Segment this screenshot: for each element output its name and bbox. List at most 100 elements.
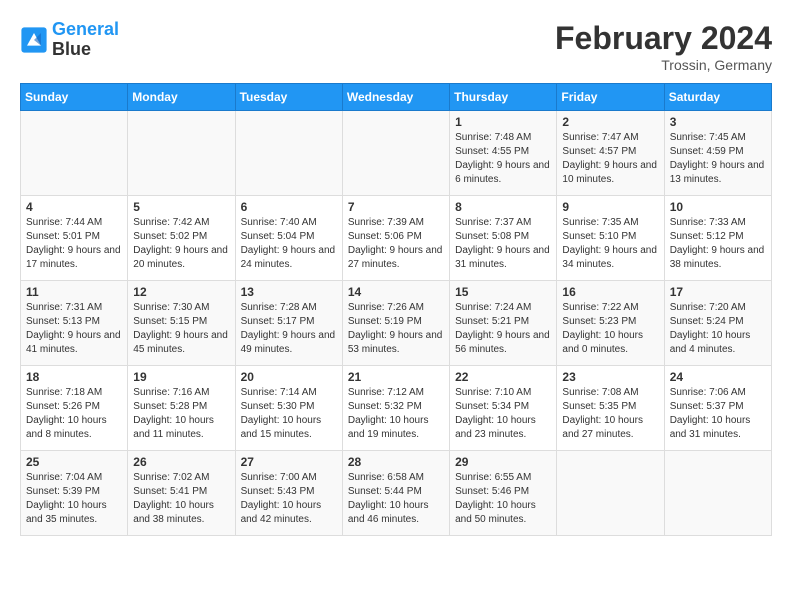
calendar-cell: 24 Sunrise: 7:06 AM Sunset: 5:37 PM Dayli… [664, 366, 771, 451]
calendar-cell: 15 Sunrise: 7:24 AM Sunset: 5:21 PM Dayli… [450, 281, 557, 366]
main-title: February 2024 [555, 20, 772, 57]
day-info: Sunrise: 7:39 AM Sunset: 5:06 PM Dayligh… [348, 216, 444, 272]
day-info: Sunrise: 7:00 AM Sunset: 5:43 PM Dayligh… [241, 471, 337, 527]
day-number: 5 [133, 200, 229, 214]
day-info: Sunrise: 7:30 AM Sunset: 5:15 PM Dayligh… [133, 301, 229, 357]
day-number: 10 [670, 200, 766, 214]
day-number: 27 [241, 455, 337, 469]
logo: General Blue [20, 20, 119, 60]
day-info: Sunrise: 7:04 AM Sunset: 5:39 PM Dayligh… [26, 471, 122, 527]
col-header-sunday: Sunday [21, 84, 128, 111]
calendar-cell: 22Sunrise: 7:10 AM Sunset: 5:34 PM Dayli… [450, 366, 557, 451]
col-header-tuesday: Tuesday [235, 84, 342, 111]
day-info: Sunrise: 7:26 AM Sunset: 5:19 PM Dayligh… [348, 301, 444, 357]
day-number: 26 [133, 455, 229, 469]
calendar-cell: 17Sunrise: 7:20 AM Sunset: 5:24 PM Dayli… [664, 281, 771, 366]
day-info: Sunrise: 7:28 AM Sunset: 5:17 PM Dayligh… [241, 301, 337, 357]
col-header-saturday: Saturday [664, 84, 771, 111]
calendar-table: SundayMondayTuesdayWednesdayThursdayFrid… [20, 83, 772, 536]
calendar-cell: 4Sunrise: 7:44 AM Sunset: 5:01 PM Daylig… [21, 196, 128, 281]
day-info: Sunrise: 7:20 AM Sunset: 5:24 PM Dayligh… [670, 301, 766, 357]
calendar-cell [557, 451, 664, 536]
day-info: Sunrise: 7:48 AM Sunset: 4:55 PM Dayligh… [455, 131, 551, 187]
calendar-week-1: 1 Sunrise: 7:48 AM Sunset: 4:55 PM Daylig… [21, 111, 772, 196]
day-info: Sunrise: 7:35 AM Sunset: 5:10 PM Dayligh… [562, 216, 658, 272]
calendar-cell: 26 Sunrise: 7:02 AM Sunset: 5:41 PM Dayli… [128, 451, 235, 536]
calendar-week-3: 11 Sunrise: 7:31 AM Sunset: 5:13 PM Dayli… [21, 281, 772, 366]
subtitle: Trossin, Germany [555, 57, 772, 73]
calendar-cell: 14 Sunrise: 7:26 AM Sunset: 5:19 PM Dayli… [342, 281, 449, 366]
calendar-week-4: 18Sunrise: 7:18 AM Sunset: 5:26 PM Dayli… [21, 366, 772, 451]
day-info: Sunrise: 7:02 AM Sunset: 5:41 PM Dayligh… [133, 471, 229, 527]
day-info: Sunrise: 7:44 AM Sunset: 5:01 PM Dayligh… [26, 216, 122, 272]
title-block: February 2024 Trossin, Germany [555, 20, 772, 73]
day-number: 7 [348, 200, 444, 214]
day-number: 15 [455, 285, 551, 299]
col-header-thursday: Thursday [450, 84, 557, 111]
day-number: 23 [562, 370, 658, 384]
day-number: 11 [26, 285, 122, 299]
calendar-cell: 28 Sunrise: 6:58 AM Sunset: 5:44 PM Dayli… [342, 451, 449, 536]
calendar-cell: 9 Sunrise: 7:35 AM Sunset: 5:10 PM Daylig… [557, 196, 664, 281]
day-number: 3 [670, 115, 766, 129]
calendar-cell: 3 Sunrise: 7:45 AM Sunset: 4:59 PM Daylig… [664, 111, 771, 196]
calendar-cell: 5Sunrise: 7:42 AM Sunset: 5:02 PM Daylig… [128, 196, 235, 281]
calendar-cell: 6 Sunrise: 7:40 AM Sunset: 5:04 PM Daylig… [235, 196, 342, 281]
day-info: Sunrise: 7:22 AM Sunset: 5:23 PM Dayligh… [562, 301, 658, 357]
calendar-week-2: 4Sunrise: 7:44 AM Sunset: 5:01 PM Daylig… [21, 196, 772, 281]
calendar-cell: 12 Sunrise: 7:30 AM Sunset: 5:15 PM Dayli… [128, 281, 235, 366]
calendar-cell: 21 Sunrise: 7:12 AM Sunset: 5:32 PM Dayli… [342, 366, 449, 451]
calendar-cell: 29Sunrise: 6:55 AM Sunset: 5:46 PM Dayli… [450, 451, 557, 536]
day-number: 12 [133, 285, 229, 299]
calendar-cell: 19Sunrise: 7:16 AM Sunset: 5:28 PM Dayli… [128, 366, 235, 451]
calendar-cell: 16 Sunrise: 7:22 AM Sunset: 5:23 PM Dayli… [557, 281, 664, 366]
day-number: 2 [562, 115, 658, 129]
calendar-cell: 1 Sunrise: 7:48 AM Sunset: 4:55 PM Daylig… [450, 111, 557, 196]
day-number: 28 [348, 455, 444, 469]
day-number: 14 [348, 285, 444, 299]
calendar-cell [128, 111, 235, 196]
calendar-cell: 8Sunrise: 7:37 AM Sunset: 5:08 PM Daylig… [450, 196, 557, 281]
day-number: 25 [26, 455, 122, 469]
day-number: 21 [348, 370, 444, 384]
day-info: Sunrise: 7:24 AM Sunset: 5:21 PM Dayligh… [455, 301, 551, 357]
day-number: 16 [562, 285, 658, 299]
calendar-cell: 27 Sunrise: 7:00 AM Sunset: 5:43 PM Dayli… [235, 451, 342, 536]
day-info: Sunrise: 7:40 AM Sunset: 5:04 PM Dayligh… [241, 216, 337, 272]
calendar-cell [235, 111, 342, 196]
day-number: 22 [455, 370, 551, 384]
calendar-cell [664, 451, 771, 536]
calendar-cell: 7 Sunrise: 7:39 AM Sunset: 5:06 PM Daylig… [342, 196, 449, 281]
day-info: Sunrise: 7:16 AM Sunset: 5:28 PM Dayligh… [133, 386, 229, 442]
day-number: 29 [455, 455, 551, 469]
day-info: Sunrise: 7:08 AM Sunset: 5:35 PM Dayligh… [562, 386, 658, 442]
calendar-cell [21, 111, 128, 196]
col-header-monday: Monday [128, 84, 235, 111]
day-info: Sunrise: 7:14 AM Sunset: 5:30 PM Dayligh… [241, 386, 337, 442]
calendar-cell: 25 Sunrise: 7:04 AM Sunset: 5:39 PM Dayli… [21, 451, 128, 536]
day-number: 24 [670, 370, 766, 384]
day-number: 18 [26, 370, 122, 384]
calendar-cell: 20 Sunrise: 7:14 AM Sunset: 5:30 PM Dayli… [235, 366, 342, 451]
calendar-header-row: SundayMondayTuesdayWednesdayThursdayFrid… [21, 84, 772, 111]
day-info: Sunrise: 6:58 AM Sunset: 5:44 PM Dayligh… [348, 471, 444, 527]
day-number: 6 [241, 200, 337, 214]
calendar-cell: 2Sunrise: 7:47 AM Sunset: 4:57 PM Daylig… [557, 111, 664, 196]
calendar-week-5: 25 Sunrise: 7:04 AM Sunset: 5:39 PM Dayli… [21, 451, 772, 536]
page-header: General Blue February 2024 Trossin, Germ… [20, 20, 772, 73]
day-number: 9 [562, 200, 658, 214]
calendar-cell: 23 Sunrise: 7:08 AM Sunset: 5:35 PM Dayli… [557, 366, 664, 451]
day-number: 13 [241, 285, 337, 299]
col-header-friday: Friday [557, 84, 664, 111]
day-info: Sunrise: 7:06 AM Sunset: 5:37 PM Dayligh… [670, 386, 766, 442]
calendar-cell: 11 Sunrise: 7:31 AM Sunset: 5:13 PM Dayli… [21, 281, 128, 366]
day-number: 1 [455, 115, 551, 129]
day-number: 8 [455, 200, 551, 214]
day-info: Sunrise: 7:31 AM Sunset: 5:13 PM Dayligh… [26, 301, 122, 357]
calendar-cell: 10 Sunrise: 7:33 AM Sunset: 5:12 PM Dayli… [664, 196, 771, 281]
day-info: Sunrise: 7:45 AM Sunset: 4:59 PM Dayligh… [670, 131, 766, 187]
day-info: Sunrise: 7:33 AM Sunset: 5:12 PM Dayligh… [670, 216, 766, 272]
day-info: Sunrise: 7:12 AM Sunset: 5:32 PM Dayligh… [348, 386, 444, 442]
calendar-cell: 18Sunrise: 7:18 AM Sunset: 5:26 PM Dayli… [21, 366, 128, 451]
day-number: 20 [241, 370, 337, 384]
